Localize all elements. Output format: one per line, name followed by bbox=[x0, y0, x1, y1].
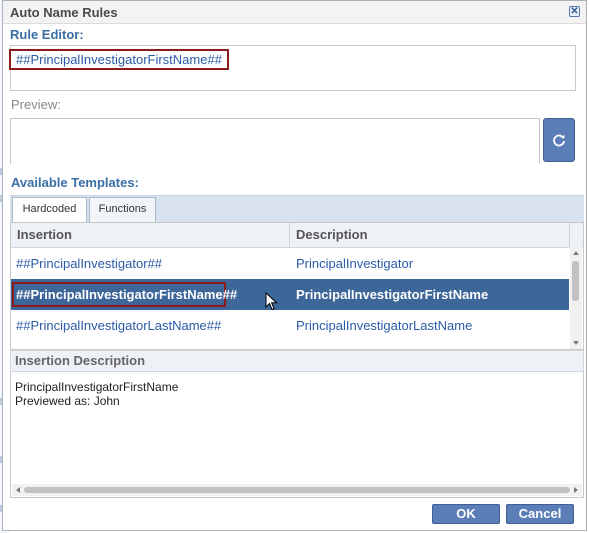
available-templates-label: Available Templates: bbox=[11, 175, 139, 190]
tab-functions[interactable]: Functions bbox=[89, 197, 156, 222]
row-description: PrincipalInvestigatorFirstName bbox=[296, 287, 489, 302]
column-header-insertion[interactable]: Insertion bbox=[17, 223, 72, 247]
refresh-icon bbox=[553, 134, 565, 147]
scroll-down-icon[interactable] bbox=[573, 341, 579, 345]
tab-hardcoded[interactable]: Hardcoded bbox=[12, 197, 87, 223]
insertion-description-header: Insertion Description bbox=[10, 350, 584, 372]
column-header-description[interactable]: Description bbox=[296, 223, 368, 247]
preview-output bbox=[10, 118, 540, 164]
templates-grid: Insertion Description ##PrincipalInvesti… bbox=[10, 222, 584, 350]
insertion-description-text: PrincipalInvestigatorFirstName bbox=[15, 380, 179, 394]
scroll-up-icon[interactable] bbox=[573, 251, 579, 255]
refresh-preview-button[interactable] bbox=[543, 118, 575, 162]
ok-button[interactable]: OK bbox=[432, 504, 500, 524]
column-separator bbox=[569, 223, 570, 247]
rule-editor-label: Rule Editor: bbox=[10, 27, 84, 42]
row-insertion: ##PrincipalInvestigatorFirstName## bbox=[16, 287, 238, 302]
column-separator[interactable] bbox=[289, 223, 290, 247]
grid-header: Insertion Description bbox=[11, 223, 583, 248]
insertion-preview-text: Previewed as: John bbox=[15, 394, 120, 408]
scroll-left-icon[interactable] bbox=[16, 487, 20, 493]
insertion-description-panel: PrincipalInvestigatorFirstName Previewed… bbox=[10, 372, 584, 498]
scrollbar-thumb[interactable] bbox=[572, 261, 579, 301]
preview-label: Preview: bbox=[11, 97, 61, 112]
description-horizontal-scrollbar[interactable] bbox=[12, 484, 582, 496]
mouse-cursor-icon bbox=[265, 292, 278, 311]
row-description: PrincipalInvestigatorLastName bbox=[296, 318, 473, 333]
dialog-titlebar[interactable]: Auto Name Rules ✕ bbox=[3, 1, 586, 24]
dialog-title: Auto Name Rules bbox=[10, 5, 118, 20]
row-insertion: ##PrincipalInvestigatorLastName## bbox=[16, 318, 222, 333]
table-row[interactable]: ##PrincipalInvestigatorLastName## Princi… bbox=[11, 310, 569, 341]
scrollbar-thumb[interactable] bbox=[24, 487, 570, 493]
table-row[interactable]: ##PrincipalInvestigator## PrincipalInves… bbox=[11, 248, 569, 279]
grid-vertical-scrollbar[interactable] bbox=[570, 247, 582, 349]
row-description: PrincipalInvestigator bbox=[296, 256, 414, 271]
scroll-right-icon[interactable] bbox=[574, 487, 578, 493]
row-insertion: ##PrincipalInvestigator## bbox=[16, 256, 162, 271]
table-row-selected[interactable]: ##PrincipalInvestigatorFirstName## Princ… bbox=[11, 279, 569, 310]
close-icon[interactable]: ✕ bbox=[569, 6, 580, 17]
cancel-button[interactable]: Cancel bbox=[506, 504, 574, 524]
rule-editor-value[interactable]: ##PrincipalInvestigatorFirstName## bbox=[9, 49, 229, 70]
